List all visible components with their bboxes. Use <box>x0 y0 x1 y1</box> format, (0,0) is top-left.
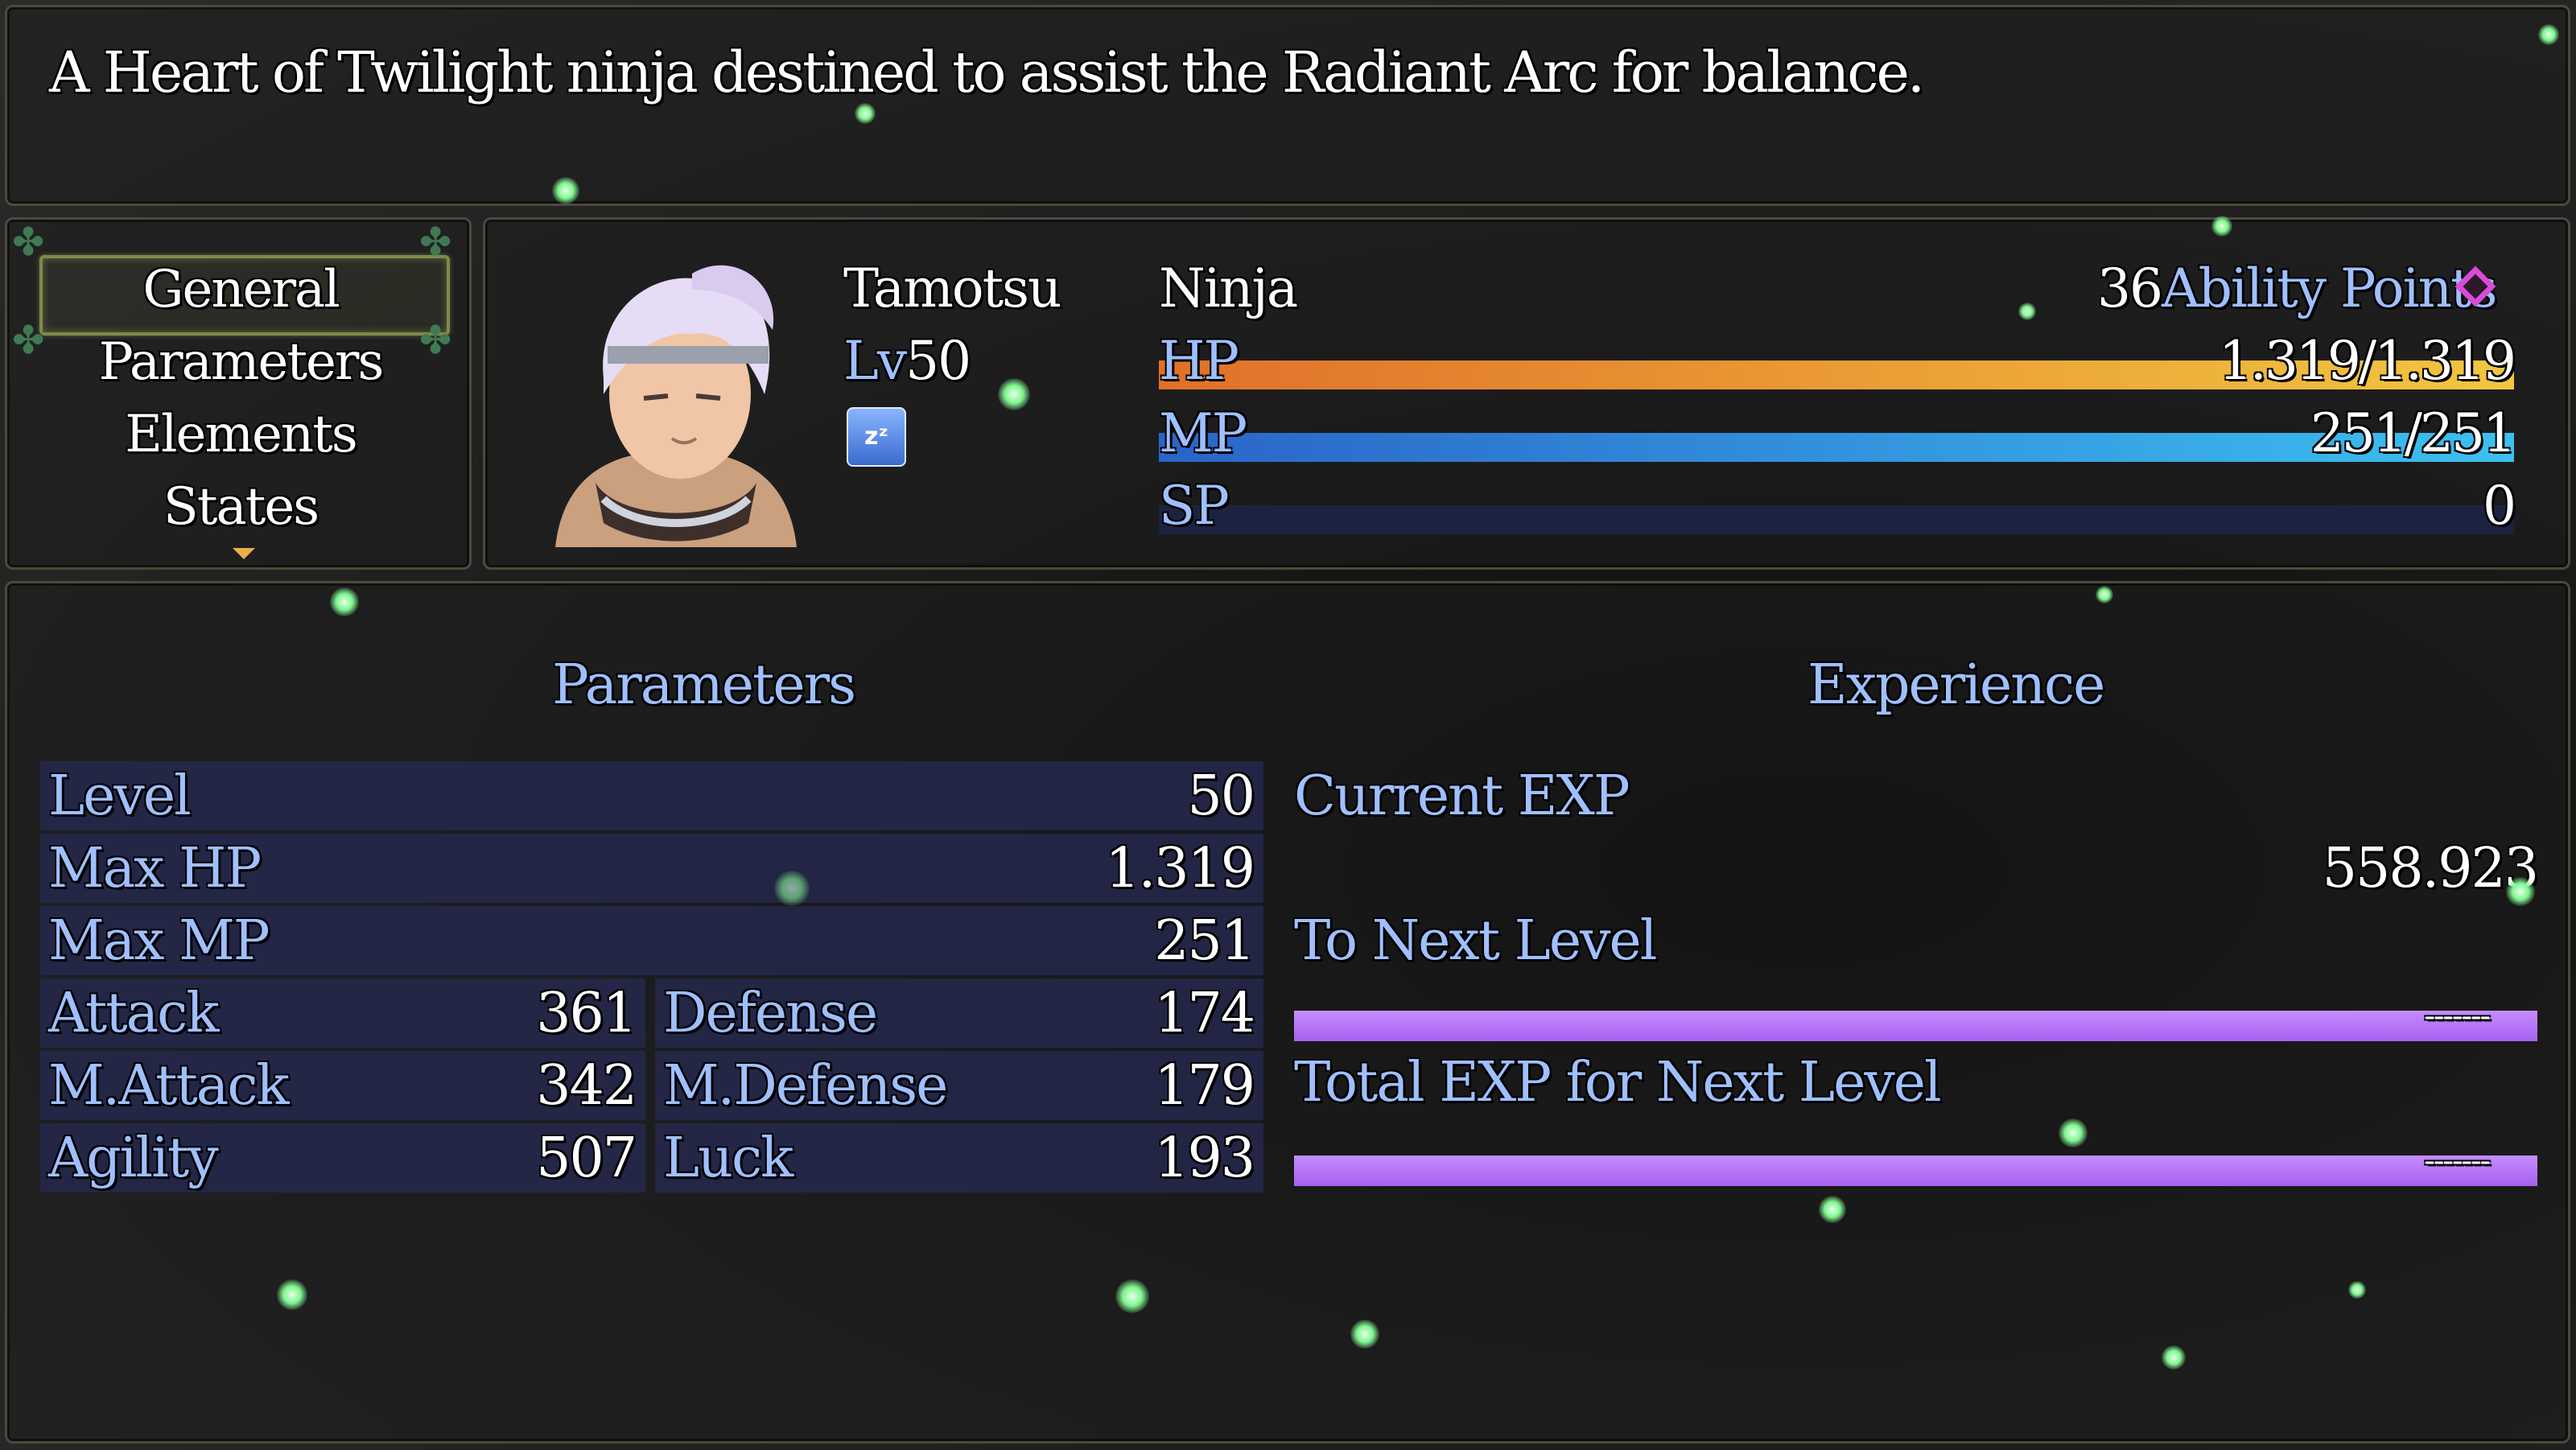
param-row-defense: Defense 174 <box>655 978 1263 1048</box>
menu-item-states[interactable]: States <box>7 477 474 537</box>
parameters-header: Parameters <box>552 653 856 717</box>
param-row-max-hp: Max HP 1.319 <box>40 834 1263 903</box>
menu-item-parameters[interactable]: Parameters <box>7 332 474 392</box>
particle <box>2348 1281 2366 1299</box>
actor-class: Ninja <box>1159 257 1298 319</box>
to-next-level-bar: ------- <box>1294 998 2537 1041</box>
param-label: Defense <box>663 982 878 1045</box>
param-row-m-attack: M.Attack 342 <box>40 1051 645 1120</box>
particle <box>2059 1118 2088 1147</box>
particle <box>2018 303 2036 320</box>
param-row-m-defense: M.Defense 179 <box>655 1051 1263 1120</box>
level-prefix: Lv <box>843 330 907 392</box>
hp-value: 1.319/1.319 <box>2218 330 2516 392</box>
param-value: 174 <box>1154 982 1255 1045</box>
particle <box>552 177 579 204</box>
ability-points-value: 36 <box>2097 257 2163 319</box>
particle <box>774 871 810 906</box>
sp-label: SP <box>1159 475 1230 537</box>
level-value: 50 <box>905 330 971 392</box>
param-row-agility: Agility 507 <box>40 1123 645 1193</box>
particle <box>277 1279 307 1310</box>
actor-name: Tamotsu <box>843 257 1061 319</box>
param-label: Attack <box>48 982 219 1045</box>
mp-label: MP <box>1159 402 1247 464</box>
actor-portrait <box>555 265 797 547</box>
scroll-down-arrow-icon[interactable] <box>233 548 255 559</box>
param-row-max-mp: Max MP 251 <box>40 906 1263 975</box>
sp-gauge <box>1159 505 2514 534</box>
param-value: 361 <box>536 982 637 1045</box>
total-exp-bar: ------- <box>1294 1143 2537 1186</box>
param-row-luck: Luck 193 <box>655 1123 1263 1193</box>
menu-item-elements[interactable]: Elements <box>7 405 474 464</box>
param-label: Luck <box>663 1127 793 1190</box>
hp-label: HP <box>1159 330 1239 392</box>
particle <box>1115 1279 1149 1313</box>
param-value: 193 <box>1154 1127 1255 1190</box>
param-value: 251 <box>1154 909 1255 973</box>
param-label: Max HP <box>48 837 262 900</box>
param-row-attack: Attack 361 <box>40 978 645 1048</box>
to-next-level-label: To Next Level <box>1294 909 1657 973</box>
particle <box>2096 586 2113 603</box>
sleep-icon: zᶻ <box>847 407 906 467</box>
mp-value: 251/251 <box>2310 402 2516 464</box>
corner-ornament-icon: ✤ <box>12 220 45 265</box>
particle <box>998 378 1030 410</box>
particle <box>1350 1320 1379 1349</box>
help-text: A Heart of Twilight ninja destined to as… <box>49 39 1925 105</box>
current-exp-value: 558.923 <box>2322 837 2539 900</box>
status-command-menu: ✤ ✤ ✤ ✤ General Parameters Elements Stat… <box>5 217 472 570</box>
ability-points: 36Ability Points <box>2097 257 2498 319</box>
help-window: A Heart of Twilight ninja destined to as… <box>5 5 2570 206</box>
param-value: 1.319 <box>1105 837 1255 900</box>
param-value: 179 <box>1154 1054 1255 1118</box>
param-value: 507 <box>536 1127 637 1190</box>
param-row-level: Level 50 <box>40 761 1263 830</box>
particle <box>2211 216 2232 237</box>
param-label: M.Defense <box>663 1054 948 1118</box>
param-label: M.Attack <box>48 1054 290 1118</box>
to-next-level-value: ------- <box>2424 998 2491 1035</box>
actor-level: Lv50 <box>843 330 971 392</box>
particle <box>2538 24 2559 45</box>
total-exp-label: Total EXP for Next Level <box>1294 1051 1942 1114</box>
particle <box>855 103 876 124</box>
total-exp-value: ------- <box>2424 1143 2491 1180</box>
param-label: Agility <box>48 1127 219 1190</box>
particle <box>2506 877 2535 906</box>
particle <box>330 587 359 616</box>
experience-header: Experience <box>1807 653 2105 717</box>
sp-value: 0 <box>2483 475 2516 537</box>
ability-points-label: Ability Points <box>2161 257 2498 319</box>
param-value: 342 <box>536 1054 637 1118</box>
param-label: Max MP <box>48 909 270 973</box>
particle <box>1819 1196 1846 1223</box>
current-exp-label: Current EXP <box>1294 764 1630 828</box>
particle <box>2162 1345 2186 1370</box>
corner-ornament-icon: ✤ <box>419 220 452 265</box>
param-value: 50 <box>1187 764 1255 828</box>
menu-item-general[interactable]: General <box>7 260 474 319</box>
param-label: Level <box>48 764 192 828</box>
